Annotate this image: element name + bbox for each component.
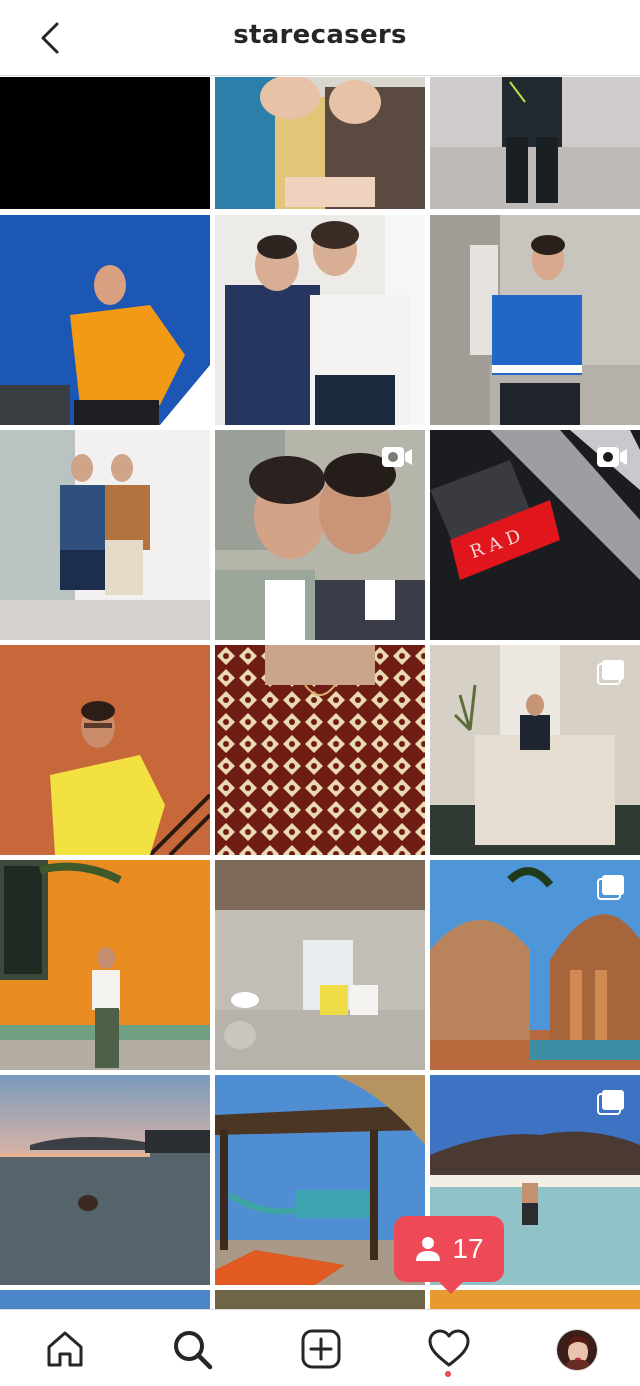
carousel-icon [597,1090,624,1115]
notification-count: 17 [452,1233,484,1264]
activity-notification-badge[interactable]: 17 [394,1216,504,1294]
grid-post[interactable] [0,215,210,425]
grid-post[interactable] [0,1075,210,1285]
photo-grid: R A D [0,77,640,1309]
nav-activity-button[interactable] [424,1324,474,1374]
search-icon [174,1331,213,1370]
grid-post[interactable] [0,645,210,855]
grid-post[interactable] [215,215,425,425]
nav-new-post-button[interactable] [296,1324,346,1374]
video-icon [382,447,412,467]
grid-post[interactable] [0,430,210,640]
new-post-icon [301,1329,341,1369]
grid-post[interactable] [0,860,210,1070]
grid-post[interactable] [215,77,425,209]
grid-post[interactable] [430,77,640,209]
activity-heart-icon [428,1329,470,1367]
profile-username: starecasers [233,20,407,50]
grid-post[interactable] [430,860,640,1070]
activity-indicator-dot [445,1371,451,1377]
grid-post[interactable] [215,645,425,855]
grid-post[interactable] [0,1290,210,1309]
nav-home-button[interactable] [40,1324,90,1374]
grid-post[interactable] [0,77,210,209]
home-icon [47,1331,83,1367]
grid-post[interactable] [430,645,640,855]
grid-post[interactable] [215,1290,425,1309]
profile-avatar [557,1330,597,1370]
person-icon [416,1237,441,1261]
grid-post[interactable] [215,430,425,640]
grid-post[interactable]: R A D [430,430,640,640]
carousel-icon [597,660,624,685]
nav-profile-avatar[interactable] [556,1329,598,1371]
bottom-nav [0,1309,640,1386]
grid-post[interactable] [215,860,425,1070]
video-icon [597,447,627,467]
top-bar: starecasers [0,0,640,76]
grid-post[interactable] [430,215,640,425]
carousel-icon [597,875,624,900]
nav-search-button[interactable] [167,1324,217,1374]
